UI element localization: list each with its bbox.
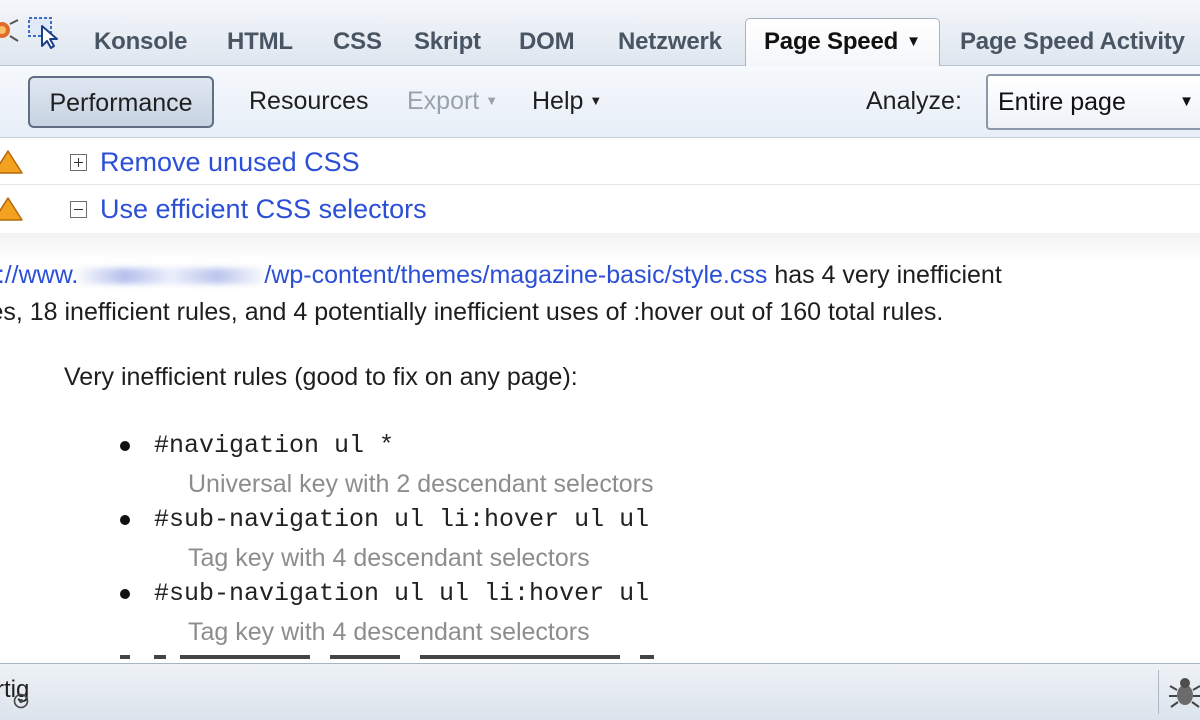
status-bar: rtig [0,663,1200,720]
redacted-domain [78,268,265,285]
tab-skript[interactable]: Skript [414,22,481,62]
analyze-scope-select[interactable]: Entire page ▼ [986,74,1200,130]
resources-button[interactable]: Resources [249,76,369,128]
chevron-down-icon: ▼ [589,93,603,108]
tab-dom[interactable]: DOM [519,22,575,62]
analyze-label: Analyze: [866,87,962,115]
css-selector: #sub-navigation ul ul li:hover ul [154,579,650,608]
analyze-scope-value: Entire page [998,88,1126,116]
performance-button[interactable]: Performance [28,76,214,128]
chevron-down-icon: ▼ [1179,93,1194,110]
css-selector: #navigation ul * [154,431,395,460]
tab-page-speed-activity[interactable]: Page Speed Activity [960,22,1185,62]
firebug-status-icon[interactable] [1168,674,1200,710]
section-heading: Very inefficient rules (good to fix on a… [64,363,578,391]
page-speed-toolbar: Performance Resources Export ▼ Help ▼ Anal… [0,66,1200,138]
warning-icon [0,197,23,221]
firebug-menu-icon[interactable] [0,14,24,50]
tab-html[interactable]: HTML [227,22,293,62]
tab-page-speed[interactable]: Page Speed ▼ [745,18,940,67]
bullet [120,515,130,525]
tab-css[interactable]: CSS [333,22,382,62]
expand-icon[interactable] [70,154,87,171]
status-divider [1158,670,1159,714]
stylesheet-link[interactable]: ttp://www. /wp-content/themes/magazine-ba… [0,261,767,289]
warning-icon [0,150,23,174]
firebug-tab-bar: Konsole HTML CSS Skript DOM Netzwerk Pag… [0,0,1200,67]
help-label: Help [532,87,584,115]
tab-konsole[interactable]: Konsole [94,22,187,62]
selector-reason: Tag key with 4 descendant selectors [188,618,590,646]
css-selector: #sub-navigation ul li:hover ul ul [154,505,650,534]
selector-reason: Tag key with 4 descendant selectors [188,544,590,572]
bullet [120,589,130,599]
rule-detail-panel: ttp://www. /wp-content/themes/magazine-ba… [0,233,1200,663]
rule-summary: ttp://www. /wp-content/themes/magazine-ba… [0,257,1190,331]
rule-row-remove-unused-css[interactable]: Remove unused CSS [0,139,1200,185]
selector-reason: Universal key with 2 descendant selector… [188,470,654,498]
export-label: Export [407,87,480,115]
chevron-down-icon: ▼ [906,33,921,50]
tab-netzwerk[interactable]: Netzwerk [618,22,722,62]
summary-line-1: has 4 very inefficient [767,261,1002,289]
collapse-icon[interactable] [70,201,87,218]
bullet [120,441,130,451]
loading-icon [13,693,29,709]
rule-row-efficient-css-selectors[interactable]: Use efficient CSS selectors [0,186,1200,232]
rule-title[interactable]: Remove unused CSS [100,145,360,179]
inspect-element-icon[interactable] [26,14,62,50]
tab-page-speed-label: Page Speed [764,28,899,55]
chevron-down-icon: ▼ [485,93,499,108]
clipped-list-item [120,655,680,663]
export-menu-button[interactable]: Export ▼ [407,76,498,128]
stylesheet-link-path: /wp-content/themes/magazine-basic/style.… [264,261,768,289]
rule-title[interactable]: Use efficient CSS selectors [100,192,427,226]
stylesheet-link-prefix: ttp://www. [0,261,79,289]
summary-line-2: ules, 18 inefficient rules, and 4 potent… [0,298,944,326]
help-menu-button[interactable]: Help ▼ [532,76,602,128]
